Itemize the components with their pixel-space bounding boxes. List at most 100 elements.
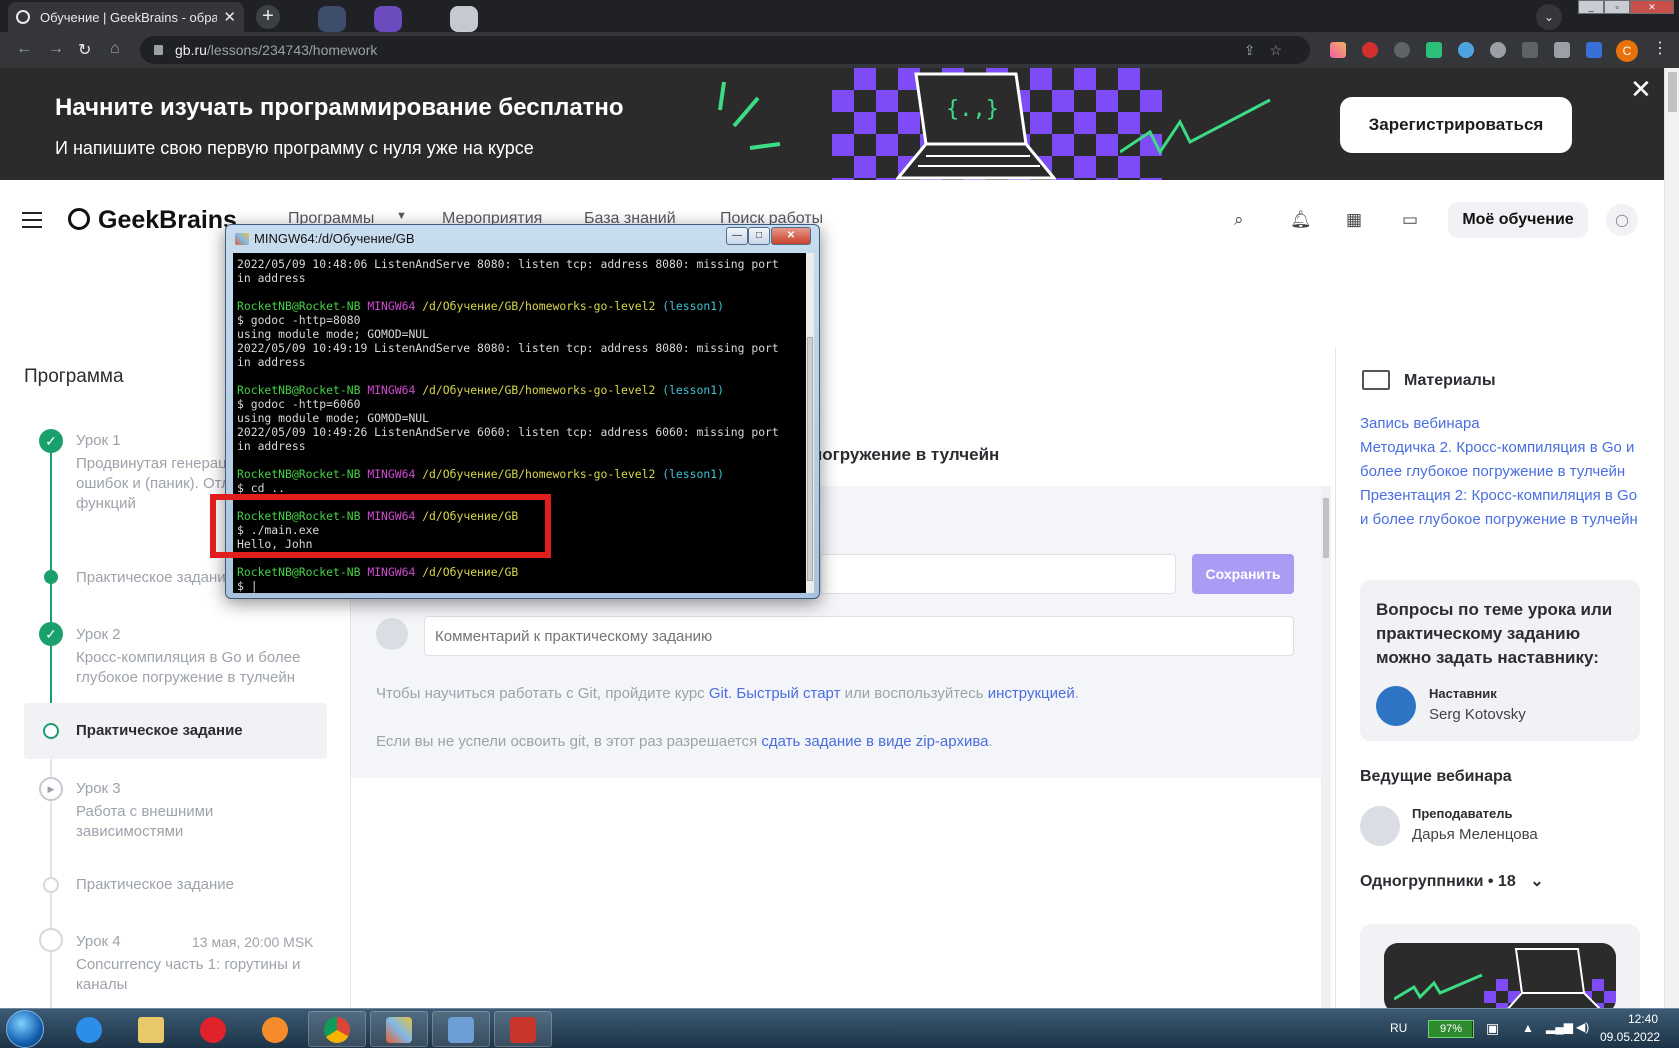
forward-icon[interactable]: → bbox=[48, 40, 64, 58]
hamburger-menu-icon[interactable] bbox=[22, 212, 42, 228]
extension-icon[interactable] bbox=[1426, 42, 1442, 58]
save-button[interactable]: Сохранить bbox=[1192, 554, 1294, 594]
my-learning-button[interactable]: Моё обучение bbox=[1448, 202, 1588, 238]
teacher-name[interactable]: Дарья Меленцова bbox=[1412, 826, 1538, 843]
reload-icon[interactable]: ↻ bbox=[78, 40, 91, 60]
lesson-2-description[interactable]: Кросс-компиляция в Go и более глубокое п… bbox=[76, 648, 306, 688]
scrollbar-thumb[interactable] bbox=[1323, 498, 1329, 558]
close-tab-icon[interactable]: ✕ bbox=[223, 8, 236, 26]
webinar-hosts-title: Ведущие вебинара bbox=[1360, 768, 1512, 785]
lesson-4-title[interactable]: Урок 4 bbox=[76, 933, 121, 950]
taskbar-ie[interactable] bbox=[60, 1011, 118, 1047]
current-task-dot-icon bbox=[43, 723, 59, 739]
address-bar[interactable]: gb.ru/lessons/234743/homework ⇪☆ bbox=[140, 36, 1310, 64]
active-task-row[interactable]: Практическое задание bbox=[24, 703, 327, 759]
extension-icon[interactable] bbox=[1394, 42, 1410, 58]
lesson-3-description[interactable]: Работа с внешними зависимостями bbox=[76, 802, 306, 842]
extensions-puzzle-icon[interactable] bbox=[1554, 42, 1570, 58]
browser-tab[interactable]: Обучение | GeekBrains - образо ✕ bbox=[8, 2, 244, 32]
presentation-link[interactable]: Презентация 2: Кросс-компиляция в Go и б… bbox=[1360, 484, 1648, 532]
bell-icon[interactable]: 🔔︎ bbox=[1290, 210, 1312, 230]
highlight-annotation-box bbox=[210, 494, 551, 558]
close-window-button[interactable]: ✕ bbox=[1630, 0, 1674, 14]
volume-icon[interactable]: ◀) bbox=[1576, 1020, 1589, 1034]
extension-icon[interactable] bbox=[1362, 42, 1378, 58]
promo-card[interactable] bbox=[1360, 924, 1640, 1008]
taskbar-control-panel[interactable] bbox=[432, 1011, 490, 1047]
language-indicator[interactable]: RU bbox=[1390, 1021, 1407, 1035]
terminal-line: using module mode; GOMOD=NUL bbox=[237, 327, 430, 341]
minimize-window-button[interactable]: _ bbox=[1578, 0, 1604, 14]
classmates-label[interactable]: Одногруппники • 18 bbox=[1360, 873, 1516, 890]
comment-input[interactable] bbox=[424, 616, 1294, 656]
extension-icon[interactable] bbox=[1586, 42, 1602, 58]
windows-start-icon[interactable] bbox=[6, 1010, 44, 1048]
mentor-name[interactable]: Serg Kotovsky bbox=[1429, 706, 1526, 723]
lesson-3-title[interactable]: Урок 3 bbox=[76, 780, 121, 797]
extension-icon[interactable] bbox=[1458, 42, 1474, 58]
tab-search-chevron-icon[interactable]: ⌄ bbox=[1536, 4, 1562, 30]
extension-icon[interactable] bbox=[1490, 42, 1506, 58]
taskbar-git-bash[interactable] bbox=[370, 1011, 428, 1047]
clock-date[interactable]: 09.05.2022 bbox=[1600, 1030, 1660, 1044]
lesson-1-title[interactable]: Урок 1 bbox=[76, 432, 121, 449]
extension-icon[interactable] bbox=[1330, 42, 1346, 58]
terminal-scrollbar[interactable] bbox=[806, 253, 814, 593]
home-icon[interactable]: ⌂ bbox=[110, 40, 120, 58]
search-icon[interactable]: ⌕ bbox=[1234, 210, 1244, 230]
new-tab-button[interactable]: + bbox=[256, 5, 280, 29]
calendar-icon[interactable]: ▦ bbox=[1346, 210, 1362, 230]
lesson-4-date: 13 мая, 20:00 MSK bbox=[192, 934, 314, 950]
homework-link-input[interactable] bbox=[820, 554, 1176, 594]
register-button[interactable]: Зарегистрироваться bbox=[1340, 97, 1572, 153]
manual-link[interactable]: Методичка 2. Кросс-компиляция в Go и бол… bbox=[1360, 436, 1648, 484]
taskbar-toolbox[interactable] bbox=[494, 1011, 552, 1047]
back-icon[interactable]: ← bbox=[16, 40, 32, 58]
background-tab-icon[interactable] bbox=[450, 6, 478, 32]
terminal-maximize-button[interactable]: □ bbox=[748, 227, 770, 245]
taskbar-explorer[interactable] bbox=[122, 1011, 180, 1047]
prompt-branch: (lesson1) bbox=[662, 299, 724, 313]
maximize-window-button[interactable]: ▫ bbox=[1604, 0, 1630, 14]
battery-indicator[interactable]: 97% bbox=[1428, 1020, 1474, 1038]
lesson-3-task[interactable]: Практическое задание bbox=[76, 876, 234, 893]
clock-time[interactable]: 12:40 bbox=[1628, 1012, 1658, 1026]
geekbrains-logo-icon[interactable] bbox=[68, 208, 90, 230]
chevron-down-icon[interactable]: ▼ bbox=[396, 210, 407, 222]
site-logo[interactable]: GeekBrains bbox=[98, 206, 237, 235]
network-signal-icon[interactable]: ▂▄▆ bbox=[1546, 1020, 1573, 1034]
lesson-4-description[interactable]: Concurrency часть 1: горутины и каналы bbox=[76, 955, 306, 995]
chat-icon[interactable]: ▭ bbox=[1402, 210, 1418, 230]
wallet-icon[interactable]: ▣ bbox=[1486, 1020, 1499, 1037]
profile-avatar[interactable]: C bbox=[1616, 40, 1638, 62]
terminal-line: $ godoc -http=8080 bbox=[237, 313, 361, 327]
tray-expand-icon[interactable]: ▲ bbox=[1522, 1021, 1534, 1035]
promo-banner: Начните изучать программирование бесплат… bbox=[0, 68, 1664, 180]
lesson-2-task[interactable]: Практическое задание bbox=[76, 722, 243, 739]
close-banner-icon[interactable]: ✕ bbox=[1630, 74, 1652, 105]
terminal-close-button[interactable]: ✕ bbox=[771, 227, 811, 245]
webinar-recording-link[interactable]: Запись вебинара bbox=[1360, 412, 1648, 436]
background-tab-icon[interactable] bbox=[318, 6, 346, 32]
content-scrollbar[interactable] bbox=[1321, 486, 1331, 1008]
zip-upload-link[interactable]: сдать задание в виде zip-архива bbox=[761, 733, 988, 750]
git-course-link[interactable]: Git. Быстрый старт bbox=[709, 685, 841, 702]
scrollbar-thumb[interactable] bbox=[807, 337, 813, 581]
lesson-1-task[interactable]: Практическое задани bbox=[76, 569, 226, 586]
lesson-2-title[interactable]: Урок 2 bbox=[76, 626, 121, 643]
scrollbar-thumb[interactable] bbox=[1668, 72, 1677, 112]
terminal-minimize-button[interactable]: — bbox=[726, 227, 748, 245]
prompt-path: /d/Обучение/GB/homeworks-go-level2 bbox=[422, 299, 656, 313]
background-tab-icon[interactable] bbox=[374, 6, 402, 32]
classmates-toggle[interactable]: Одногруппники • 18 ⌄ bbox=[1360, 871, 1544, 891]
taskbar-chrome[interactable] bbox=[308, 1011, 366, 1047]
chevron-down-icon[interactable]: ⌄ bbox=[1530, 873, 1543, 890]
user-avatar-icon[interactable]: ◯ bbox=[1606, 204, 1638, 236]
browser-menu-icon[interactable]: ⋮ bbox=[1652, 38, 1668, 58]
taskbar-firefox[interactable] bbox=[246, 1011, 304, 1047]
share-and-bookmark-icons[interactable]: ⇪☆ bbox=[1244, 42, 1296, 59]
instructions-link[interactable]: инструкцией bbox=[988, 685, 1075, 702]
devtools-extension-icon[interactable] bbox=[1522, 42, 1538, 58]
taskbar-opera[interactable] bbox=[184, 1011, 242, 1047]
page-scrollbar[interactable] bbox=[1664, 68, 1679, 1008]
